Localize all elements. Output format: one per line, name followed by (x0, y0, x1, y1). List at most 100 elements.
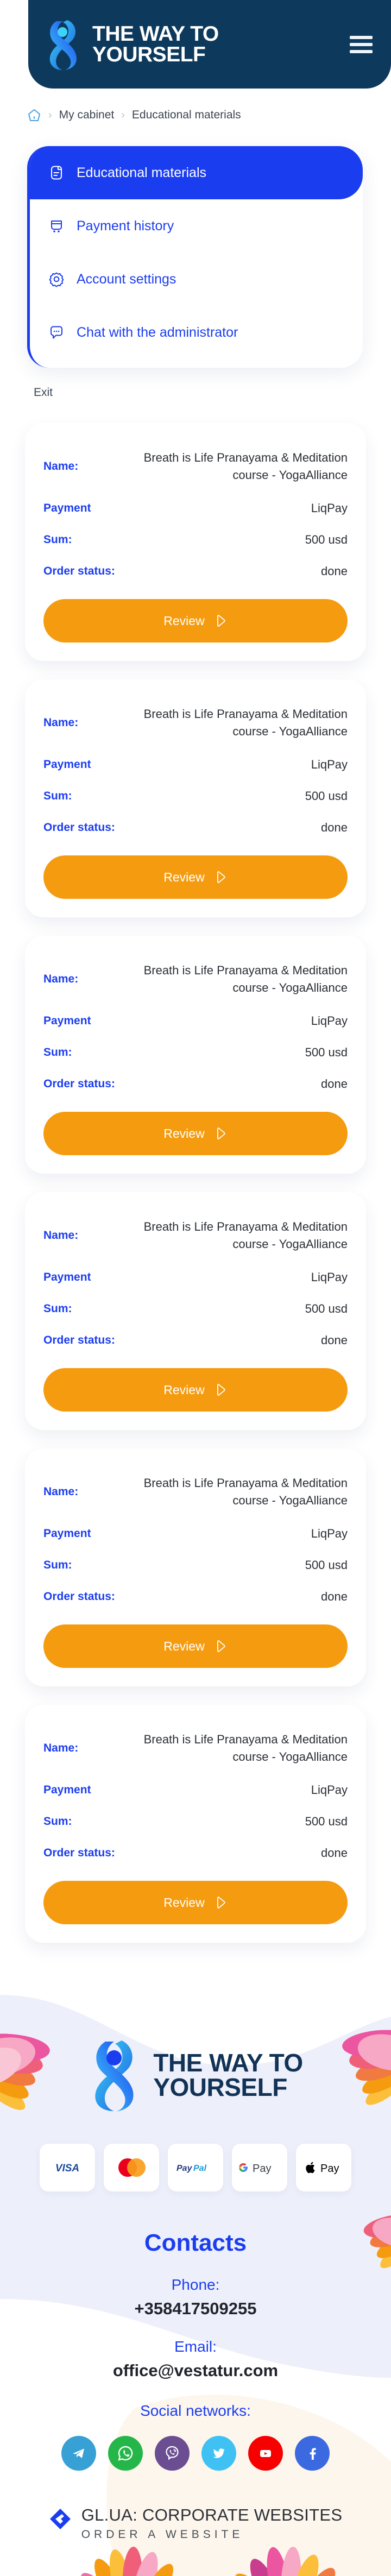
review-button[interactable]: Review (43, 855, 348, 899)
order-card: Name: Breath is Life Pranayama & Meditati… (25, 679, 366, 917)
order-payment-label: Payment (43, 1271, 91, 1283)
play-icon (217, 1897, 225, 1909)
site-logo[interactable]: THE WAY TO YOURSELF (45, 18, 219, 71)
review-button[interactable]: Review (43, 1112, 348, 1155)
order-name-label: Name: (43, 1229, 79, 1242)
ribbon-logo-icon (49, 20, 77, 70)
review-button-label: Review (163, 1126, 205, 1141)
order-payment-value: LiqPay (311, 1270, 348, 1284)
review-button[interactable]: Review (43, 599, 348, 643)
svg-text:VISA: VISA (55, 2163, 79, 2174)
phone-label: Phone: (171, 2276, 220, 2293)
order-sum-label: Sum: (43, 1046, 72, 1059)
email-value[interactable]: office@vestatur.com (0, 2361, 391, 2380)
social-networks-label: Social networks: (140, 2402, 251, 2419)
order-card: Name: Breath is Life Pranayama & Meditati… (25, 1705, 366, 1943)
breadcrumb: › My cabinet › Educational materials (0, 89, 391, 122)
order-payment-value: LiqPay (311, 1014, 348, 1028)
brand-line-2: YOURSELF (92, 42, 206, 66)
phone-value[interactable]: +358417509255 (0, 2299, 391, 2319)
play-icon (217, 1128, 225, 1139)
order-status-label: Order status: (43, 1847, 115, 1859)
order-row-sum: Sum: 500 usd (43, 1806, 348, 1837)
social-link-viber[interactable] (155, 2436, 190, 2471)
hamburger-icon[interactable] (350, 35, 373, 53)
order-row-name: Name: Breath is Life Pranayama & Meditati… (43, 953, 348, 1005)
credit-line-2: ORDER A WEBSITE (81, 2528, 244, 2541)
svg-text:Pal: Pal (193, 2164, 207, 2173)
viber-icon (166, 2446, 179, 2460)
breadcrumb-item-my-cabinet[interactable]: My cabinet (59, 109, 115, 122)
social-link-telegram[interactable] (61, 2436, 96, 2471)
review-button[interactable]: Review (43, 1368, 348, 1412)
credit-line-1: GL.UA: CORPORATE WEBSITES (81, 2505, 343, 2524)
twitter-icon (213, 2448, 225, 2458)
payment-methods: VISA Pay Pal Pay Pay (0, 2144, 391, 2191)
order-row-payment: Payment LiqPay (43, 749, 348, 780)
sidebar-item-payment-history[interactable]: Payment history (30, 199, 363, 253)
order-status-label: Order status: (43, 1078, 115, 1090)
breadcrumb-item-educational-materials[interactable]: Educational materials (132, 109, 241, 122)
order-card: Name: Breath is Life Pranayama & Meditati… (25, 1448, 366, 1686)
exit-link[interactable]: Exit (34, 386, 53, 399)
order-row-name: Name: Breath is Life Pranayama & Meditati… (43, 1722, 348, 1774)
payment-method-paypal: Pay Pal (168, 2144, 223, 2191)
order-row-status: Order status: done (43, 1325, 348, 1356)
order-sum-label: Sum: (43, 533, 72, 546)
order-name-value: Breath is Life Pranayama & Meditation co… (143, 963, 348, 994)
review-button[interactable]: Review (43, 1881, 348, 1924)
breadcrumb-separator: › (121, 109, 125, 121)
social-link-youtube[interactable] (248, 2436, 283, 2471)
order-sum-label: Sum: (43, 1559, 72, 1571)
sidebar-item-label: Educational materials (77, 165, 207, 180)
social-link-twitter[interactable] (201, 2436, 236, 2471)
order-card: Name: Breath is Life Pranayama & Meditati… (25, 423, 366, 661)
order-name-value: Breath is Life Pranayama & Meditation co… (143, 707, 348, 738)
order-row-name: Name: Breath is Life Pranayama & Meditati… (43, 1210, 348, 1262)
review-button[interactable]: Review (43, 1624, 348, 1668)
order-sum-value: 500 usd (305, 1045, 348, 1060)
order-card: Name: Breath is Life Pranayama & Meditati… (25, 1192, 366, 1430)
order-row-sum: Sum: 500 usd (43, 1550, 348, 1581)
order-row-payment: Payment LiqPay (43, 1262, 348, 1293)
page-root: THE WAY TO YOURSELF › My cabinet › Educa… (0, 0, 391, 2576)
brand-name: THE WAY TO YOURSELF (92, 23, 219, 66)
review-button-label: Review (163, 613, 205, 628)
sidebar-item-chat-with-administrator[interactable]: Chat with the administrator (30, 306, 363, 359)
order-payment-value: LiqPay (311, 758, 348, 772)
sidebar-item-label: Account settings (77, 271, 176, 287)
order-row-payment: Payment LiqPay (43, 1774, 348, 1806)
order-row-status: Order status: done (43, 1068, 348, 1100)
order-status-value: done (321, 564, 348, 578)
review-button-label: Review (163, 1895, 205, 1910)
footer-brand-line-1: THE WAY TO (153, 2048, 303, 2077)
order-payment-label: Payment (43, 758, 91, 771)
order-row-name: Name: Breath is Life Pranayama & Meditati… (43, 1466, 348, 1518)
order-sum-value: 500 usd (305, 789, 348, 803)
footer-logo[interactable]: THE WAY TO YOURSELF (0, 2037, 391, 2113)
cart-icon (51, 221, 62, 232)
facebook-icon (310, 2448, 316, 2460)
order-status-value: done (321, 1333, 348, 1347)
order-row-status: Order status: done (43, 556, 348, 587)
document-icon (51, 166, 62, 180)
order-payment-value: LiqPay (311, 1783, 348, 1797)
order-status-label: Order status: (43, 565, 115, 577)
hamburger-bar (350, 49, 373, 53)
play-icon (217, 1640, 225, 1652)
svg-text:Pay: Pay (253, 2163, 271, 2175)
sidebar-menu: Educational materials Payment history Ac… (27, 146, 363, 368)
social-link-whatsapp[interactable] (108, 2436, 143, 2471)
social-link-facebook[interactable] (295, 2436, 330, 2471)
gear-icon (49, 272, 64, 287)
payment-method-visa: VISA (40, 2144, 95, 2191)
site-credit[interactable]: GL.UA: CORPORATE WEBSITES ORDER A WEBSIT… (0, 2505, 391, 2541)
home-icon[interactable] (27, 108, 41, 122)
order-name-label: Name: (43, 1742, 79, 1754)
site-footer: THE WAY TO YOURSELF VISA Pay Pal Pay Pay… (0, 1995, 391, 2576)
play-icon (217, 1384, 225, 1396)
sidebar-item-account-settings[interactable]: Account settings (30, 253, 363, 306)
order-status-label: Order status: (43, 1334, 115, 1346)
sidebar-item-educational-materials[interactable]: Educational materials (30, 146, 363, 199)
play-icon (217, 615, 225, 627)
